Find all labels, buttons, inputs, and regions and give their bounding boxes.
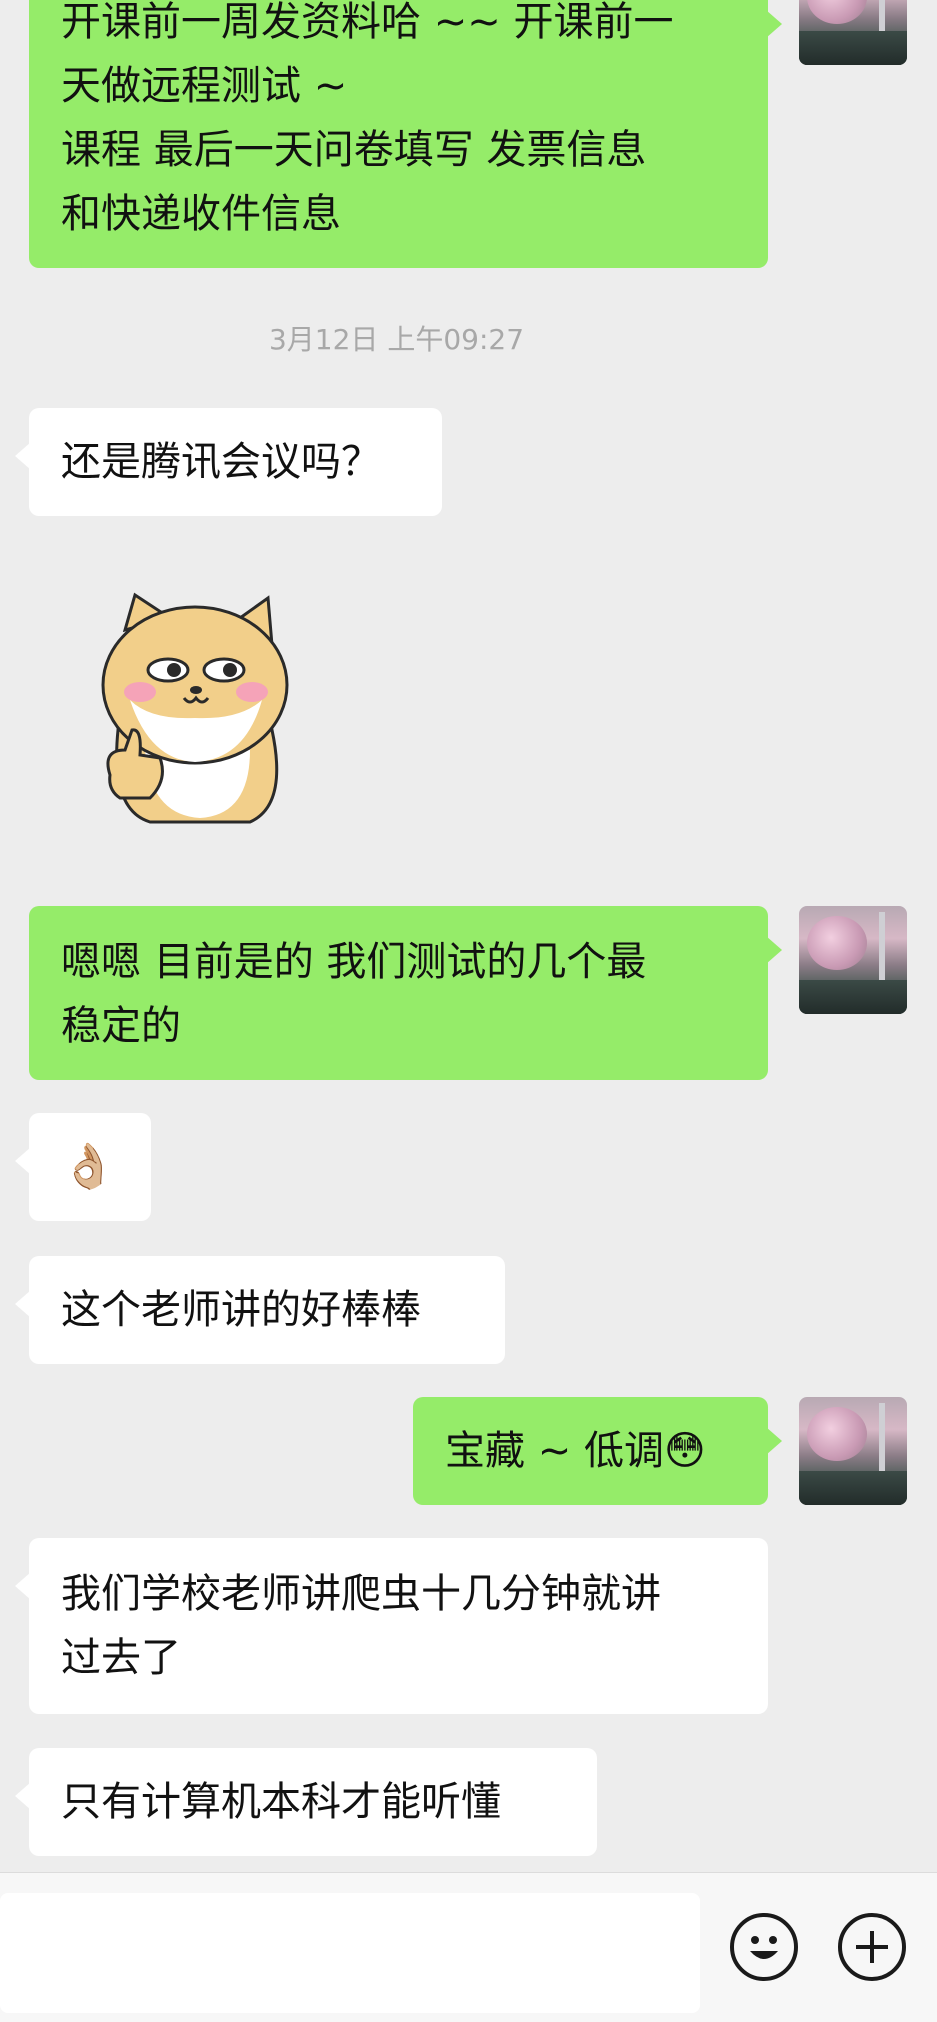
my-avatar[interactable] [799,1397,907,1505]
message-bubble-incoming[interactable]: 我们学校老师讲爬虫十几分钟就讲 过去了 [15,1538,768,1714]
message-text: 这个老师讲的好棒棒 [61,1287,421,1333]
plus-icon [856,1931,888,1963]
message-line: 课程 最后一天问卷填写 发票信息 [61,127,647,173]
message-bubble-outgoing[interactable]: 宝藏 ~ 低调😳 [413,1397,782,1505]
message-bubble-incoming[interactable]: 只有计算机本科才能听懂 [15,1748,597,1856]
message-bubble-incoming[interactable]: 这个老师讲的好棒棒 [15,1256,505,1364]
message-line: 和快递收件信息 [61,191,341,237]
smiley-icon [750,1936,778,1959]
message-line: 我们学校老师讲爬虫十几分钟就讲 [61,1571,661,1617]
more-options-button[interactable] [838,1913,906,1981]
message-text: 宝藏 ~ 低调😳 [445,1428,706,1474]
message-input[interactable] [0,1893,700,2013]
message-bubble-outgoing[interactable]: 嗯嗯 目前是的 我们测试的几个最 稳定的 [29,906,782,1080]
message-line: 天做远程测试 ~ [61,63,348,109]
chat-input-bar [0,1872,937,2022]
dog-sticker[interactable] [90,590,290,830]
message-line: 过去了 [61,1635,181,1681]
message-line: 嗯嗯 目前是的 我们测试的几个最 [61,939,647,985]
message-bubble-outgoing[interactable]: 开课前一周发资料哈 ~~ 开课前一 天做远程测试 ~ 课程 最后一天问卷填写 发… [29,0,782,268]
chat-timestamp: 3月12日 上午09:27 [268,323,525,356]
message-text: 还是腾讯会议吗？ [61,439,381,485]
emoji-button[interactable] [730,1913,798,1981]
message-bubble-incoming[interactable]: 👌🏼 [15,1113,151,1221]
my-avatar[interactable] [799,0,907,65]
message-line: 开课前一周发资料哈 ~~ 开课前一 [61,0,674,45]
shiba-sticker-icon [101,592,289,824]
message-line: 稳定的 [61,1003,181,1049]
ok-hand-emoji: 👌🏼 [61,1141,116,1192]
my-avatar[interactable] [799,906,907,1014]
message-text: 只有计算机本科才能听懂 [61,1779,501,1825]
message-bubble-incoming[interactable]: 还是腾讯会议吗？ [15,408,442,516]
